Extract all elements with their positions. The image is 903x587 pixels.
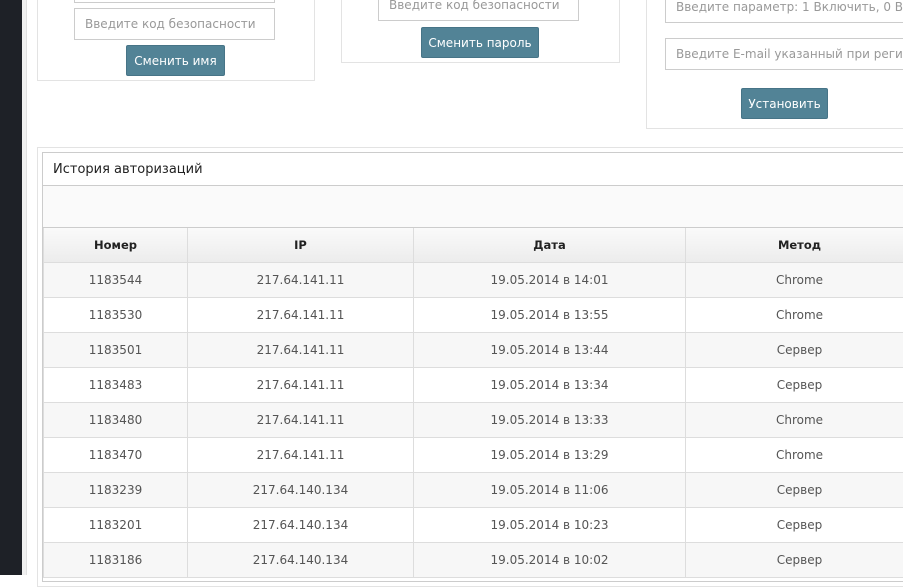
cell-ip: 217.64.141.11: [188, 402, 414, 437]
password-security-code-input[interactable]: Введите код безопасности: [378, 0, 579, 21]
cell-ip: 217.64.141.11: [188, 262, 414, 297]
cell-method: Chrome: [686, 437, 903, 472]
auth-history-table: Номер IP Дата Метод 1183544217.64.141.11…: [43, 228, 903, 578]
table-row: 1183530217.64.141.1119.05.2014 в 13:55Ch…: [44, 297, 903, 332]
name-security-code-input[interactable]: Введите код безопасности: [74, 8, 275, 40]
table-row: 1183544217.64.141.1119.05.2014 в 14:01Ch…: [44, 262, 903, 297]
cell-ip: 217.64.140.134: [188, 507, 414, 542]
cell-method: Сервер: [686, 332, 903, 367]
change-name-button[interactable]: Сменить имя: [126, 45, 225, 76]
col-number[interactable]: Номер: [44, 228, 188, 262]
cell-date: 19.05.2014 в 13:55: [414, 297, 686, 332]
table-row: 1183239217.64.140.13419.05.2014 в 11:06С…: [44, 472, 903, 507]
panel-title: История авторизаций: [43, 153, 903, 186]
cell-ip: 217.64.140.134: [188, 472, 414, 507]
cell-date: 19.05.2014 в 13:29: [414, 437, 686, 472]
cell-date: 19.05.2014 в 11:06: [414, 472, 686, 507]
cell-number: 1183501: [44, 332, 188, 367]
cell-method: Chrome: [686, 297, 903, 332]
cell-date: 19.05.2014 в 13:34: [414, 367, 686, 402]
gutter: [22, 0, 27, 575]
set-button[interactable]: Установить: [741, 88, 828, 119]
col-ip[interactable]: IP: [188, 228, 414, 262]
param-input[interactable]: Введите параметр: 1 Включить, 0 Вы: [665, 0, 903, 23]
cell-number: 1183201: [44, 507, 188, 542]
cell-ip: 217.64.140.134: [188, 542, 414, 577]
table-row: 1183201217.64.140.13419.05.2014 в 10:23С…: [44, 507, 903, 542]
auth-history-panel: История авторизаций Номер IP Дата Метод …: [42, 152, 903, 582]
cell-method: Сервер: [686, 367, 903, 402]
cell-date: 19.05.2014 в 10:02: [414, 542, 686, 577]
cell-number: 1183239: [44, 472, 188, 507]
cell-ip: 217.64.141.11: [188, 332, 414, 367]
cell-date: 19.05.2014 в 14:01: [414, 262, 686, 297]
cell-number: 1183530: [44, 297, 188, 332]
table-row: 1183480217.64.141.1119.05.2014 в 13:33Ch…: [44, 402, 903, 437]
cell-number: 1183186: [44, 542, 188, 577]
col-date[interactable]: Дата: [414, 228, 686, 262]
cell-method: Сервер: [686, 472, 903, 507]
cell-date: 19.05.2014 в 13:33: [414, 402, 686, 437]
dark-sidebar-edge: [0, 0, 22, 575]
panel-toolbar: [43, 186, 903, 228]
table-row: 1183501217.64.141.1119.05.2014 в 13:44Се…: [44, 332, 903, 367]
cell-date: 19.05.2014 в 13:44: [414, 332, 686, 367]
cell-ip: 217.64.141.11: [188, 437, 414, 472]
table-row: 1183186217.64.140.13419.05.2014 в 10:02С…: [44, 542, 903, 577]
cell-method: Сервер: [686, 507, 903, 542]
cell-number: 1183544: [44, 262, 188, 297]
cell-method: Сервер: [686, 542, 903, 577]
cell-method: Chrome: [686, 262, 903, 297]
cell-ip: 217.64.141.11: [188, 367, 414, 402]
table-row: 1183470217.64.141.1119.05.2014 в 13:29Ch…: [44, 437, 903, 472]
cell-method: Chrome: [686, 402, 903, 437]
table-row: 1183483217.64.141.1119.05.2014 в 13:34Се…: [44, 367, 903, 402]
name-top-input[interactable]: [74, 0, 275, 3]
change-password-button[interactable]: Сменить пароль: [421, 27, 539, 58]
cell-number: 1183483: [44, 367, 188, 402]
email-input[interactable]: Введите E-mail указанный при регист: [665, 38, 903, 70]
cell-number: 1183480: [44, 402, 188, 437]
col-method[interactable]: Метод: [686, 228, 903, 262]
cell-ip: 217.64.141.11: [188, 297, 414, 332]
cell-number: 1183470: [44, 437, 188, 472]
cell-date: 19.05.2014 в 10:23: [414, 507, 686, 542]
